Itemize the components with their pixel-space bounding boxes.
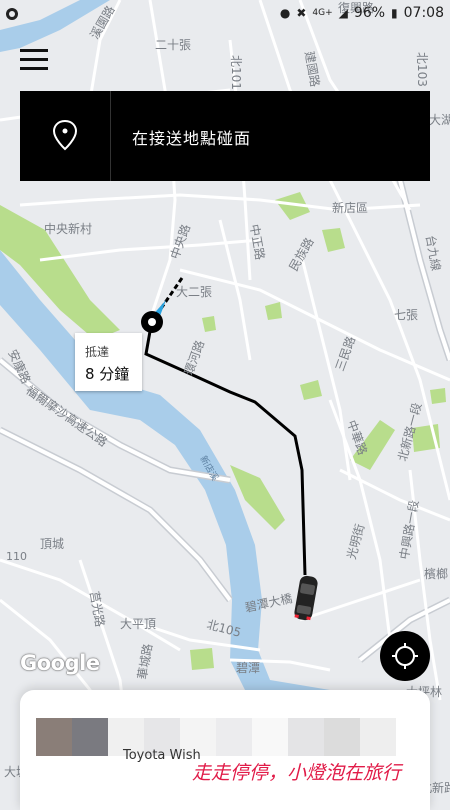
map-label: 110	[6, 550, 27, 563]
status-bar: ● ✖ 4G+ ◢ 96% ▮ 07:08	[0, 0, 450, 30]
signal-icon: ◢	[338, 6, 348, 20]
map-label: 二十張	[155, 38, 191, 52]
map-label: 北101	[229, 55, 243, 90]
driver-info-blurred	[36, 718, 396, 756]
battery-level: 96%	[353, 5, 386, 21]
menu-button[interactable]	[14, 42, 54, 78]
hamburger-icon	[20, 49, 48, 52]
watermark: 走走停停，小燈泡在旅行	[192, 762, 402, 784]
car-model: Toyota Wish	[123, 748, 201, 763]
hamburger-icon-line	[20, 67, 48, 70]
eta-value: 8 分鐘	[85, 365, 130, 383]
mute-icon: ✖	[296, 6, 307, 20]
pickup-instruction-text: 在接送地點碰面	[132, 129, 252, 148]
google-logo: Google	[20, 651, 100, 675]
map-label: 大二張	[176, 285, 212, 299]
hamburger-icon-line	[20, 58, 48, 61]
eta-callout: 抵達 8 分鐘	[75, 333, 142, 391]
pickup-location-marker[interactable]	[141, 311, 163, 333]
notification-icon	[6, 8, 18, 20]
map-label: 中央新村	[44, 221, 92, 236]
map-label: 新店區	[332, 200, 368, 215]
map-label: 檳榔	[424, 566, 448, 581]
map-label: 大湖	[429, 112, 450, 127]
pickup-instruction-banner[interactable]: 在接送地點碰面	[20, 91, 430, 181]
trip-details-card[interactable]: Toyota Wish	[20, 690, 430, 810]
map-label: 碧潭	[236, 661, 260, 675]
location-icon: ●	[279, 6, 291, 20]
map-label: 大平頂	[120, 617, 156, 631]
map-label: 七張	[394, 308, 418, 322]
status-icons: ● ✖ 4G+ ◢ 96% ▮ 07:08	[280, 5, 444, 21]
clock: 07:08	[403, 5, 444, 21]
battery-icon: ▮	[391, 6, 398, 20]
network-type: 4G+	[312, 8, 333, 18]
crosshair-icon	[392, 643, 418, 669]
map-label: 頂城	[40, 537, 64, 551]
map-label: 北103	[415, 52, 429, 87]
eta-label: 抵達	[85, 345, 110, 359]
location-pin-icon	[20, 91, 111, 181]
recenter-button[interactable]	[380, 631, 430, 681]
